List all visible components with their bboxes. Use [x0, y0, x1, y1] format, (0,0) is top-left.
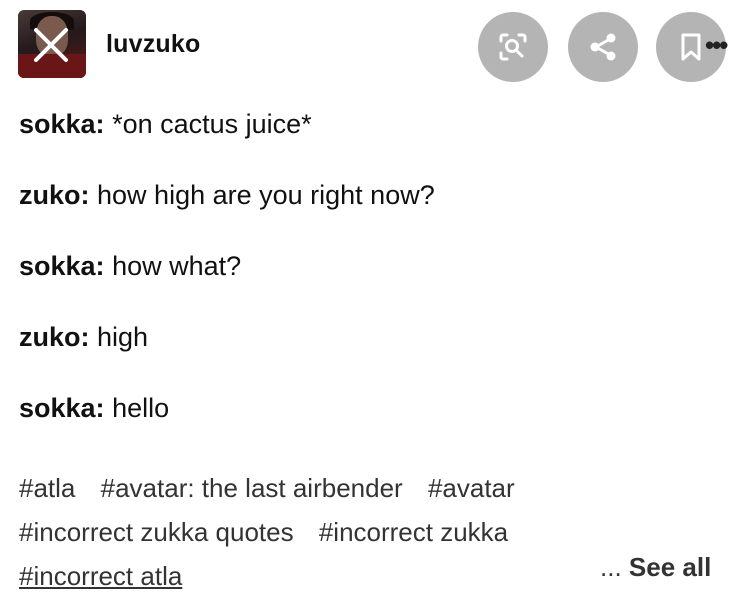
speaker-label: sokka:	[19, 251, 105, 281]
close-icon[interactable]	[18, 10, 86, 78]
lens-search-button[interactable]	[478, 12, 548, 82]
speaker-label: sokka:	[19, 109, 105, 139]
dialogue-line: sokka: *on cactus juice*	[19, 108, 739, 140]
dialogue-text: how what?	[112, 251, 242, 281]
speaker-label: zuko:	[19, 180, 90, 210]
lens-search-icon	[499, 33, 527, 61]
see-all-label: See all	[628, 552, 712, 582]
username[interactable]: luvzuko	[106, 30, 200, 59]
dialogue-line: zuko: high	[19, 321, 739, 353]
dialogue-text: high	[97, 322, 149, 352]
see-all-link[interactable]: ... See all	[600, 552, 711, 583]
tag-link[interactable]: #atla	[19, 473, 75, 503]
dialogue-line: sokka: how what?	[19, 250, 739, 282]
tag-row: #incorrect zukka quotes #incorrect zukka	[19, 510, 739, 554]
dialogue-text: hello	[112, 393, 170, 423]
post-header: luvzuko •••	[0, 0, 755, 90]
bookmark-icon	[681, 33, 701, 61]
dialogue-line: zuko: how high are you right now?	[19, 179, 739, 211]
speaker-label: sokka:	[19, 393, 105, 423]
tag-link[interactable]: #avatar: the last airbender	[101, 473, 403, 503]
share-icon	[590, 33, 616, 61]
dialogue-line: sokka: hello	[19, 392, 739, 424]
tag-row: #atla #avatar: the last airbender #avata…	[19, 466, 739, 510]
tag-link[interactable]: #incorrect zukka	[319, 517, 508, 547]
post-body: sokka: *on cactus juice* zuko: how high …	[19, 108, 739, 463]
share-button[interactable]	[568, 12, 638, 82]
tag-link[interactable]: #incorrect atla	[19, 561, 182, 591]
more-dots-icon[interactable]: •••	[705, 30, 728, 61]
dialogue-text: *on cactus juice*	[112, 109, 312, 139]
speaker-label: zuko:	[19, 322, 90, 352]
tag-link[interactable]: #incorrect zukka quotes	[19, 517, 294, 547]
ellipsis: ...	[600, 552, 622, 582]
avatar[interactable]	[18, 10, 86, 78]
tag-link[interactable]: #avatar	[428, 473, 515, 503]
dialogue-text: how high are you right now?	[97, 180, 435, 210]
